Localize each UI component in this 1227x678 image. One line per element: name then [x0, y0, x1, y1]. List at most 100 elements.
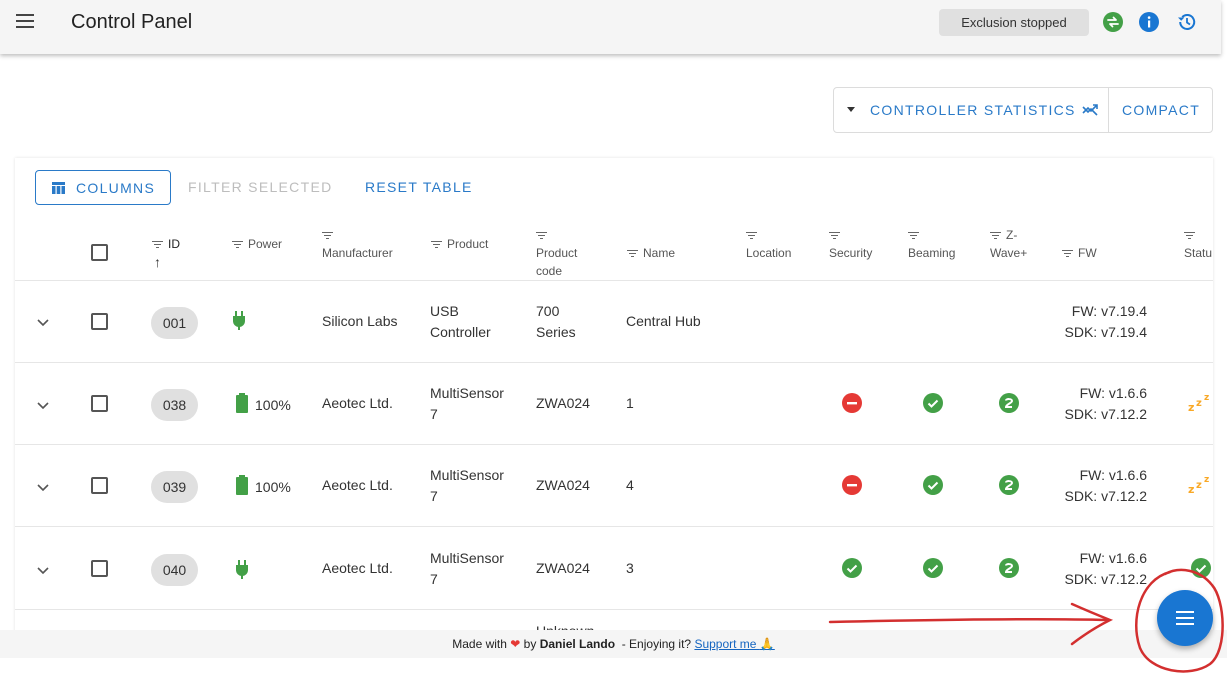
chevron-down-icon[interactable] — [37, 481, 49, 493]
manufacturer-cell: Aeotec Ltd. — [322, 477, 393, 493]
filter-icon[interactable] — [990, 231, 1001, 240]
filter-selected-button[interactable]: FILTER SELECTED — [188, 170, 333, 205]
name-cell: 1 — [626, 395, 634, 411]
check-circle-icon — [923, 475, 943, 495]
page-title: Control Panel — [71, 11, 193, 33]
firmware-cell: FW: v1.6.6 SDK: v7.12.2 — [1064, 467, 1148, 504]
divider — [1108, 88, 1109, 132]
nodes-table: COLUMNS FILTER SELECTED RESET TABLE ID ↑… — [15, 158, 1213, 639]
filter-icon[interactable] — [908, 231, 919, 240]
controller-statistics-button[interactable]: CONTROLLER STATISTICS — [870, 102, 1076, 118]
battery-level: 100% — [255, 479, 291, 495]
svg-text:z: z — [1188, 483, 1194, 495]
columns-button-label: COLUMNS — [76, 180, 156, 196]
column-header-product-code[interactable]: Product code — [536, 226, 577, 280]
plug-icon — [236, 560, 248, 579]
sleeping-icon: z z z — [1188, 393, 1209, 413]
manufacturer-cell: Aeotec Ltd. — [322, 395, 393, 411]
filter-icon[interactable] — [152, 240, 163, 249]
table-row[interactable]: 040 Aeotec Ltd. MultiSensor 7 ZWA024 3 FW… — [15, 526, 1213, 608]
sync-icon[interactable] — [1102, 11, 1124, 33]
check-circle-icon — [923, 558, 943, 578]
column-header-beaming[interactable]: Beaming — [908, 226, 955, 262]
product-code-cell: ZWA024 — [536, 395, 590, 411]
reset-table-button[interactable]: RESET TABLE — [365, 170, 473, 205]
info-icon[interactable] — [1138, 11, 1160, 33]
product-cell: MultiSensor 7 — [430, 550, 504, 587]
filter-icon[interactable] — [232, 240, 243, 249]
column-header-fw[interactable]: FW — [1062, 244, 1097, 262]
node-id-chip: 001 — [151, 307, 198, 339]
row-checkbox[interactable] — [91, 313, 108, 330]
view-button-group: CONTROLLER STATISTICS COMPACT — [833, 87, 1213, 133]
footer: Made with ❤ by Daniel Lando - Enjoying i… — [0, 630, 1227, 658]
table-row[interactable]: 038 100% Aeotec Ltd. MultiSensor 7 ZWA024… — [15, 362, 1213, 444]
filter-icon[interactable] — [829, 231, 840, 240]
product-cell: USB Controller — [430, 303, 491, 340]
filter-icon[interactable] — [322, 231, 333, 240]
filter-icon[interactable] — [536, 231, 547, 240]
filter-icon[interactable] — [1184, 231, 1195, 240]
chevron-down-icon[interactable] — [37, 399, 49, 411]
app-bar: Control Panel Exclusion stopped — [0, 0, 1221, 54]
column-header-power[interactable]: Power — [232, 235, 282, 253]
menu-icon[interactable] — [16, 12, 40, 32]
filter-icon[interactable] — [431, 240, 442, 249]
name-cell: 3 — [626, 560, 634, 576]
table-columns-icon — [52, 182, 65, 194]
check-circle-icon — [923, 393, 943, 413]
compact-button[interactable]: COMPACT — [1122, 102, 1200, 118]
zwave-plus-icon — [999, 393, 1019, 413]
support-me-link[interactable]: Support me 🙏 — [694, 637, 774, 651]
column-header-location[interactable]: Location — [746, 226, 791, 262]
node-id-chip: 039 — [151, 471, 198, 503]
column-header-security[interactable]: Security — [829, 226, 872, 262]
column-header-id[interactable]: ID — [152, 235, 180, 253]
filter-icon[interactable] — [746, 231, 757, 240]
footer-made-with: Made with — [452, 637, 507, 651]
heart-icon: ❤ — [510, 637, 521, 651]
product-cell: MultiSensor 7 — [430, 467, 504, 504]
sort-ascending-icon[interactable]: ↑ — [154, 254, 161, 270]
svg-text:z: z — [1204, 393, 1209, 403]
node-id-chip: 038 — [151, 389, 198, 421]
column-header-name[interactable]: Name — [627, 244, 675, 262]
footer-enjoying: - Enjoying it? — [621, 637, 692, 651]
row-checkbox[interactable] — [91, 477, 108, 494]
zwave-plus-icon — [999, 475, 1019, 495]
column-header-status[interactable]: Statu — [1184, 226, 1213, 262]
table-row[interactable]: 039 100% Aeotec Ltd. MultiSensor 7 ZWA024… — [15, 444, 1213, 526]
product-code-cell: ZWA024 — [536, 477, 590, 493]
product-code-cell: 700 Series — [536, 303, 576, 340]
exclusion-status-chip[interactable]: Exclusion stopped — [939, 9, 1089, 36]
battery-icon — [236, 475, 248, 495]
svg-text:z: z — [1188, 401, 1194, 413]
chevron-down-icon[interactable] — [37, 316, 49, 328]
row-checkbox[interactable] — [91, 395, 108, 412]
sleeping-icon: z z z — [1188, 475, 1209, 495]
firmware-cell: FW: v1.6.6 SDK: v7.12.2 — [1064, 385, 1148, 422]
filter-icon[interactable] — [1062, 249, 1073, 258]
manufacturer-cell: Silicon Labs — [322, 313, 398, 329]
manufacturer-cell: Aeotec Ltd. — [322, 560, 393, 576]
select-all-checkbox[interactable] — [91, 244, 108, 261]
alive-check-icon — [1191, 558, 1211, 578]
trending-icon — [1082, 104, 1098, 116]
columns-button[interactable]: COLUMNS — [35, 170, 171, 205]
column-header-zwave-plus[interactable]: Z- Wave+ — [990, 226, 1027, 262]
name-cell: 4 — [626, 477, 634, 493]
history-icon[interactable] — [1176, 11, 1198, 33]
filter-icon[interactable] — [627, 249, 638, 258]
svg-text:z: z — [1196, 480, 1202, 491]
node-id-chip: 040 — [151, 554, 198, 586]
table-row[interactable]: 001 Silicon Labs USB Controller 700 Series… — [15, 280, 1213, 362]
row-checkbox[interactable] — [91, 560, 108, 577]
person-icon: 🙏 — [759, 637, 775, 651]
floating-menu-button[interactable] — [1157, 590, 1213, 646]
dropdown-arrow-icon[interactable] — [847, 107, 855, 112]
column-header-manufacturer[interactable]: Manufacturer — [322, 226, 393, 262]
column-header-product[interactable]: Product — [431, 235, 488, 253]
chevron-down-icon[interactable] — [37, 564, 49, 576]
battery-level: 100% — [255, 397, 291, 413]
plug-icon — [233, 311, 245, 330]
